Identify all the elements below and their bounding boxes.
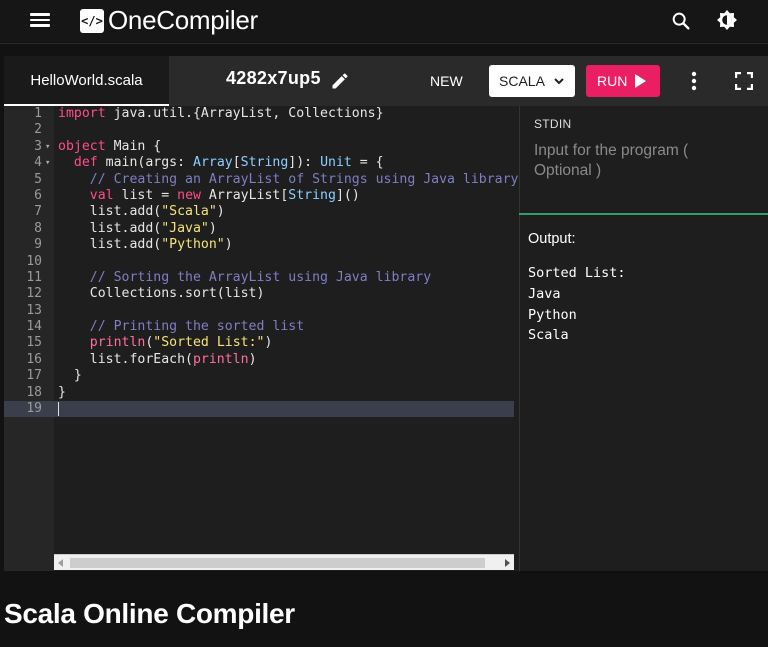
line-number: 19 — [26, 401, 42, 417]
code-line[interactable]: 3 ▾ object Main { — [4, 139, 514, 155]
output-panel: Output: Sorted List: Java Python Scala — [519, 215, 768, 571]
chevron-down-icon — [554, 78, 564, 85]
logo-mark: </> — [80, 8, 104, 33]
code-text: list.add("Java") — [58, 220, 217, 236]
code-line[interactable]: 16 list.forEach(println) — [4, 352, 514, 368]
new-button[interactable]: NEW — [422, 69, 471, 93]
code-text: val list = new ArrayList[String]() — [89, 187, 360, 203]
line-number: 12 — [26, 286, 42, 302]
top-bar: </> OneCompiler — [0, 0, 768, 44]
more-options-icon[interactable] — [686, 70, 702, 92]
app-name: OneCompiler — [108, 5, 258, 35]
code-text: println("Sorted List:") — [89, 335, 273, 351]
line-number: 3 — [34, 138, 42, 154]
run-button[interactable]: RUN — [586, 65, 660, 97]
code-line[interactable]: 8 list.add("Java") — [4, 221, 514, 237]
search-icon[interactable] — [670, 10, 692, 32]
horizontal-scrollbar[interactable] — [54, 554, 514, 570]
fullscreen-icon[interactable] — [735, 72, 753, 90]
scrollbar-thumb[interactable] — [70, 558, 485, 568]
line-number: 2 — [34, 122, 42, 138]
code-line[interactable]: 17 } — [4, 368, 514, 384]
code-line[interactable]: 2 — [4, 122, 514, 138]
code-line[interactable]: 4 ▾ def main(args: Array[String]): Unit =… — [4, 155, 514, 171]
code-line[interactable]: 12 Collections.sort(list) — [4, 286, 514, 302]
editor-panel: HelloWorld.scala 4282x7up5 NEW SCALA RUN… — [4, 56, 768, 571]
code-text: Collections.sort(list) — [58, 286, 265, 302]
code-line[interactable]: 9 list.add("Python") — [4, 237, 514, 253]
output-text: Sorted List: Java Python Scala — [528, 265, 626, 344]
code-text: import java.util.{ArrayList, Collections… — [58, 106, 384, 121]
code-text: } — [58, 368, 82, 384]
code-line[interactable]: 10 — [4, 254, 514, 270]
code-text: list.add("Scala") — [58, 204, 225, 220]
line-number: 15 — [26, 335, 42, 351]
line-number: 11 — [26, 269, 42, 285]
line-number: 13 — [26, 302, 42, 318]
line-number: 10 — [26, 253, 42, 269]
text-cursor — [58, 402, 59, 417]
code-text: // Sorting the ArrayList using Java libr… — [89, 269, 432, 285]
code-line-active[interactable]: 19 — [4, 401, 514, 418]
tab-file[interactable]: HelloWorld.scala — [4, 56, 169, 106]
code-line[interactable]: 18} — [4, 385, 514, 401]
stdin-input[interactable]: Input for the program ( Optional ) — [534, 141, 724, 181]
line-number: 4 — [34, 155, 42, 171]
line-number: 5 — [34, 171, 42, 187]
code-line[interactable]: 14 // Printing the sorted list — [4, 319, 514, 335]
page-title: Scala Online Compiler — [4, 598, 295, 629]
editor-toolbar: HelloWorld.scala 4282x7up5 NEW SCALA RUN — [4, 56, 768, 106]
language-select[interactable]: SCALA — [489, 65, 575, 97]
line-number: 7 — [34, 204, 42, 220]
code-line[interactable]: 1 import java.util.{ArrayList, Collection… — [4, 106, 514, 122]
code-line[interactable]: 5 // Creating an ArrayList of Strings us… — [4, 171, 518, 188]
line-number: 14 — [26, 319, 42, 335]
line-number: 9 — [34, 237, 42, 253]
code-line[interactable]: 13 — [4, 303, 514, 319]
code-text: list.add("Python") — [58, 237, 233, 253]
code-line[interactable]: 6 val list = new ArrayList[String]() — [4, 188, 514, 204]
code-line[interactable]: 15 println("Sorted List:") — [4, 335, 514, 351]
stdin-label: STDIN — [534, 117, 572, 131]
run-label: RUN — [597, 73, 628, 89]
line-number: 6 — [34, 187, 42, 203]
file-id: 4282x7up5 — [226, 68, 321, 88]
stdin-panel[interactable]: STDIN Input for the program ( Optional ) — [519, 106, 768, 214]
play-icon — [635, 74, 647, 88]
app-logo[interactable]: </> OneCompiler — [80, 5, 258, 36]
code-text: def main(args: Array[String]): Unit = { — [73, 155, 384, 171]
fold-icon[interactable]: ▾ — [45, 139, 50, 155]
theme-toggle-icon[interactable] — [715, 8, 739, 32]
language-label: SCALA — [499, 73, 545, 89]
code-text: object Main { — [58, 138, 162, 154]
line-number: 17 — [26, 368, 42, 384]
menu-icon[interactable] — [28, 10, 52, 30]
code-text: // Creating an ArrayList of Strings usin… — [89, 171, 519, 187]
fold-icon[interactable]: ▾ — [45, 155, 50, 171]
scroll-right-icon[interactable] — [505, 559, 510, 567]
code-lines[interactable]: 1 import java.util.{ArrayList, Collection… — [4, 106, 519, 418]
line-number: 1 — [34, 106, 42, 121]
scroll-left-icon[interactable] — [58, 559, 63, 567]
line-number: 18 — [26, 384, 42, 400]
pencil-icon[interactable] — [330, 71, 350, 91]
code-text: // Printing the sorted list — [89, 319, 305, 335]
code-text: } — [58, 384, 66, 400]
line-number: 16 — [26, 351, 42, 367]
line-number: 8 — [34, 220, 42, 236]
code-line[interactable]: 7 list.add("Scala") — [4, 204, 514, 220]
code-text: list.forEach(println) — [58, 351, 257, 367]
code-line[interactable]: 11 // Sorting the ArrayList using Java l… — [4, 270, 514, 286]
output-label: Output: — [528, 231, 576, 247]
code-editor[interactable]: 1 import java.util.{ArrayList, Collection… — [4, 106, 519, 571]
